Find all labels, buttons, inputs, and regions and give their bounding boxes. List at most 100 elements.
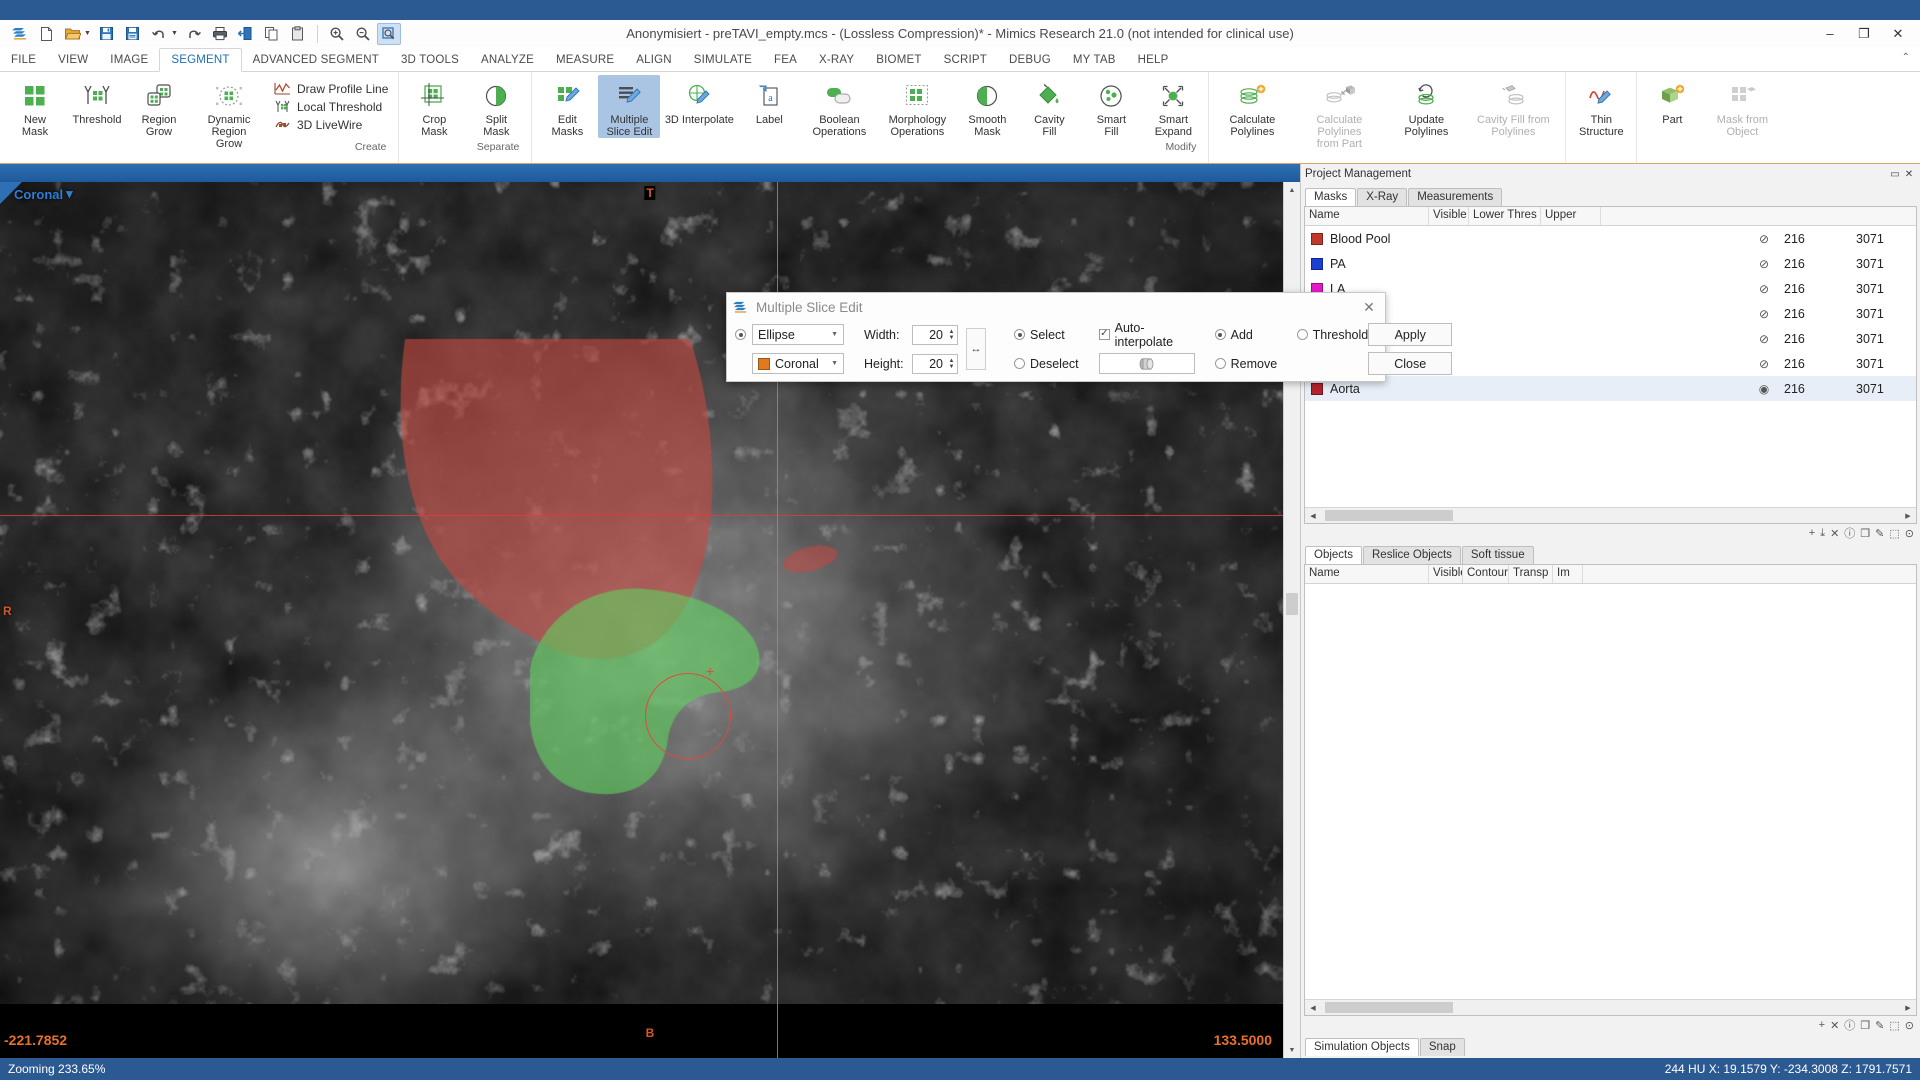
mask-color-swatch[interactable] — [1311, 233, 1323, 245]
menu-item-help[interactable]: HELP — [1127, 48, 1180, 71]
object-table-hscrollbar[interactable]: ◀ ▶ — [1305, 999, 1916, 1015]
ribbon-button-thin-structure[interactable]: ThinStructure — [1570, 75, 1632, 138]
visibility-toggle-icon[interactable]: ⊘ — [1744, 332, 1784, 346]
height-value[interactable]: 20 — [913, 357, 946, 371]
column-im[interactable]: Im — [1553, 565, 1583, 583]
edit-object-icon[interactable]: ✎ — [1875, 1019, 1884, 1032]
table-row[interactable]: Blood Pool ⊘ 216 3071 — [1305, 226, 1916, 251]
menu-item-biomet[interactable]: BIOMET — [865, 48, 932, 71]
remove-radio-indicator[interactable] — [1215, 358, 1226, 369]
menu-item-align[interactable]: ALIGN — [625, 48, 683, 71]
width-stepper[interactable]: 20 ▲▼ — [912, 325, 958, 345]
upper-threshold-value[interactable]: 3071 — [1856, 282, 1916, 296]
menu-item-file[interactable]: FILE — [0, 48, 47, 71]
scroll-right-icon[interactable]: ▶ — [1900, 512, 1916, 520]
tab-masks[interactable]: Masks — [1305, 188, 1356, 206]
edit-mask-icon[interactable]: ✎ — [1875, 527, 1884, 540]
ribbon-button-draw-profile-line[interactable]: Draw Profile Line — [274, 81, 388, 96]
lower-threshold-value[interactable]: 216 — [1784, 357, 1856, 371]
ribbon-button-mask-from-object[interactable]: Mask fromObject — [1703, 75, 1781, 138]
tab-measurements[interactable]: Measurements — [1408, 188, 1502, 206]
ribbon-button-smart-expand[interactable]: SmartExpand — [1142, 75, 1204, 138]
ribbon-button-split-mask[interactable]: SplitMask — [465, 75, 527, 138]
menu-item-image[interactable]: IMAGE — [99, 48, 159, 71]
ribbon-collapse-icon[interactable]: ⌃ — [1902, 52, 1910, 63]
auto-interpolate-indicator[interactable] — [1099, 329, 1110, 340]
mask-table-hscrollbar[interactable]: ◀ ▶ — [1305, 507, 1916, 523]
add-action-radio[interactable]: Add — [1215, 328, 1291, 342]
object-info-icon[interactable]: ⓘ — [1844, 1017, 1855, 1033]
ribbon-button-local-threshold[interactable]: Local Threshold — [274, 99, 388, 114]
object-settings-icon[interactable]: ⊙ — [1905, 1019, 1914, 1032]
mask-properties-icon[interactable]: ⬚ — [1889, 527, 1899, 540]
height-stepper[interactable]: 20 ▲▼ — [912, 354, 958, 374]
tab-soft-tissue[interactable]: Soft tissue — [1462, 546, 1534, 564]
ribbon-button-boolean-operations[interactable]: BooleanOperations — [800, 75, 878, 138]
ribbon-button-cavity-fill-from-polylines[interactable]: Cavity Fill fromPolylines — [1465, 75, 1561, 138]
open-project-icon[interactable] — [60, 23, 84, 45]
export-icon[interactable] — [234, 23, 258, 45]
tab-snap[interactable]: Snap — [1420, 1038, 1465, 1056]
multiple-slice-edit-dialog[interactable]: Multiple Slice Edit ✕ Ellipse ▼ — [726, 292, 1386, 382]
tab-reslice-objects[interactable]: Reslice Objects — [1363, 546, 1461, 564]
menu-item-x-ray[interactable]: X-RAY — [808, 48, 865, 71]
save-icon[interactable] — [95, 23, 119, 45]
object-properties-icon[interactable]: ⬚ — [1889, 1019, 1899, 1032]
tab-simulation-objects[interactable]: Simulation Objects — [1305, 1038, 1419, 1056]
ribbon-button-calculate-polylines[interactable]: CalculatePolylines — [1213, 75, 1291, 138]
open-dropdown-caret-icon[interactable]: ▼ — [84, 30, 91, 37]
chevron-down-icon[interactable]: ▼ — [831, 331, 841, 338]
chevron-down-icon[interactable]: ▾ — [66, 186, 73, 202]
add-object-icon[interactable]: + — [1819, 1019, 1825, 1031]
tab-objects[interactable]: Objects — [1305, 546, 1362, 564]
ribbon-button-3d-interpolate[interactable]: 3D Interpolate — [660, 75, 738, 126]
save-as-icon[interactable] — [121, 23, 145, 45]
visibility-toggle-icon[interactable]: ⊘ — [1744, 307, 1784, 321]
mask-scroll-track[interactable] — [1321, 510, 1900, 521]
menu-item-my-tab[interactable]: MY TAB — [1062, 48, 1127, 71]
lower-threshold-value[interactable]: 216 — [1784, 382, 1856, 396]
close-button[interactable]: Close — [1368, 352, 1452, 375]
visibility-toggle-icon[interactable]: ⊘ — [1744, 257, 1784, 271]
shape-select[interactable]: Ellipse ▼ — [752, 324, 844, 345]
deselect-mode-radio[interactable]: Deselect — [1014, 353, 1079, 374]
ribbon-button-dynamic-region-grow[interactable]: Dynamic RegionGrow — [190, 75, 268, 150]
ribbon-button-new-mask[interactable]: NewMask — [4, 75, 66, 138]
upper-threshold-value[interactable]: 3071 — [1856, 382, 1916, 396]
column-name[interactable]: Name — [1305, 565, 1429, 583]
scroll-left-icon[interactable]: ◀ — [1305, 512, 1321, 520]
remove-action-radio[interactable]: Remove — [1215, 357, 1278, 371]
pin-icon[interactable]: ▭ — [1888, 169, 1902, 180]
ribbon-button-edit-masks[interactable]: EditMasks — [536, 75, 598, 138]
height-stepper-arrows[interactable]: ▲▼ — [946, 358, 957, 370]
new-project-icon[interactable] — [34, 23, 58, 45]
upper-threshold-value[interactable]: 3071 — [1856, 307, 1916, 321]
ribbon-button-cavity-fill[interactable]: CavityFill — [1018, 75, 1080, 138]
ribbon-button-label[interactable]: a Label — [738, 75, 800, 126]
scroll-down-icon[interactable]: ▼ — [1284, 1042, 1300, 1058]
width-stepper-arrows[interactable]: ▲▼ — [946, 329, 957, 341]
orientation-select[interactable]: Coronal ▼ — [752, 353, 844, 374]
menu-item-3d-tools[interactable]: 3D TOOLS — [390, 48, 470, 71]
mask-color-swatch[interactable] — [1311, 383, 1323, 395]
threshold-action-radio[interactable]: Threshold — [1297, 328, 1369, 342]
minimize-button[interactable]: – — [1814, 23, 1846, 45]
paste-icon[interactable] — [286, 23, 310, 45]
zoom-region-icon[interactable] — [377, 23, 401, 45]
zoom-in-icon[interactable] — [325, 23, 349, 45]
scroll-right-icon[interactable]: ▶ — [1900, 1004, 1916, 1012]
column-lower-threshold[interactable]: Lower Thres — [1469, 207, 1541, 225]
chevron-down-icon[interactable]: ▼ — [831, 360, 841, 367]
column-contour[interactable]: Contour — [1463, 565, 1509, 583]
ribbon-button-update-polylines[interactable]: UpdatePolylines — [1387, 75, 1465, 138]
copy-icon[interactable] — [260, 23, 284, 45]
table-row[interactable]: Aorta ◉ 216 3071 — [1305, 376, 1916, 401]
lower-threshold-value[interactable]: 216 — [1784, 307, 1856, 321]
undo-icon[interactable] — [147, 23, 171, 45]
ribbon-button-multiple-slice-edit[interactable]: MultipleSlice Edit — [598, 75, 660, 138]
menu-item-simulate[interactable]: SIMULATE — [683, 48, 763, 71]
menu-item-measure[interactable]: MEASURE — [545, 48, 625, 71]
visibility-toggle-icon[interactable]: ◉ — [1744, 382, 1784, 396]
menu-item-debug[interactable]: DEBUG — [998, 48, 1062, 71]
app-logo-icon[interactable] — [8, 23, 32, 45]
